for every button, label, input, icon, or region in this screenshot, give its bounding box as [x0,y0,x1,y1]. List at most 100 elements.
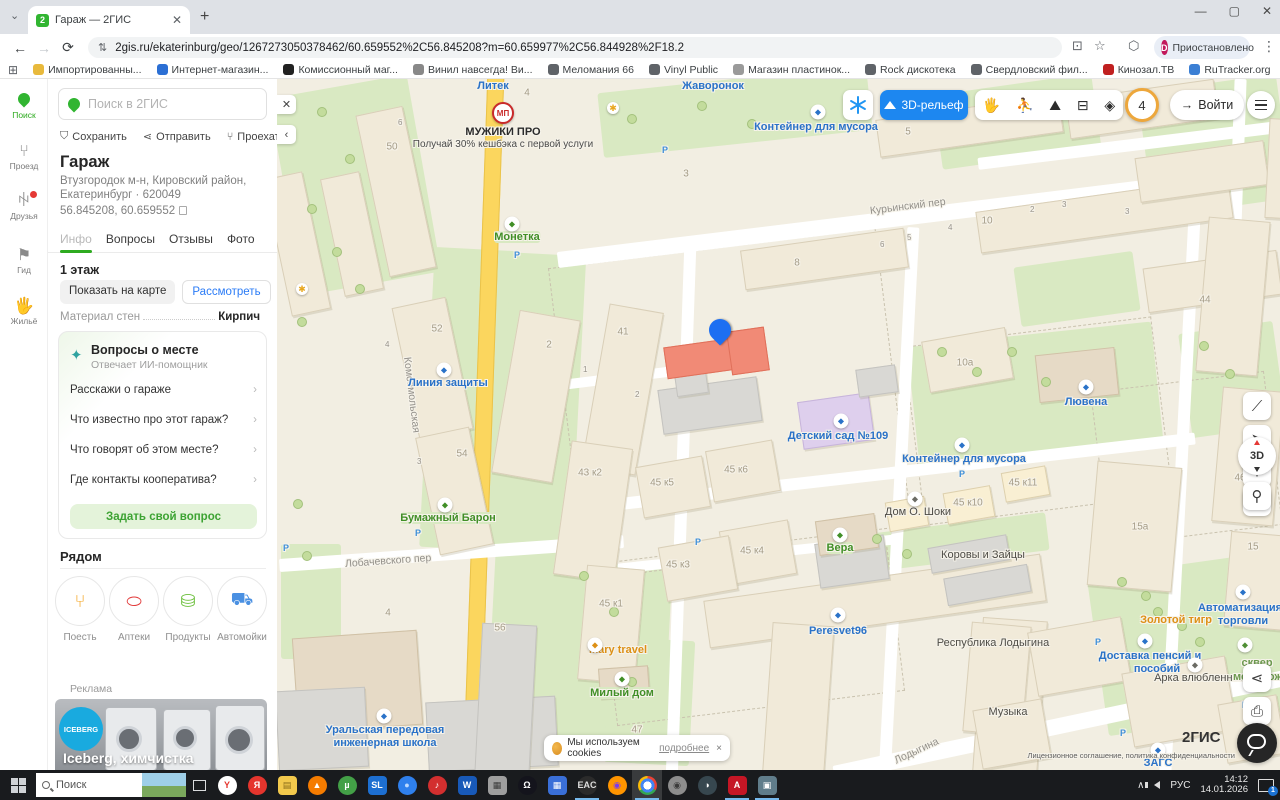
map-poi-label[interactable]: инженерная школа [334,737,437,749]
bookmark-item[interactable]: Импортированны... [33,64,141,76]
winter-mode-button[interactable] [843,90,873,120]
mountains-icon[interactable]: ⛰ [1049,97,1061,114]
ruler-icon[interactable]: ⟋ [1243,392,1271,420]
bookmark-star-icon[interactable]: ☆ [1094,38,1106,54]
parking-icon[interactable]: P [695,537,701,547]
map-poi-icon[interactable]: ◆ [505,217,520,232]
paw-ad-icon[interactable]: ✱ [296,283,308,295]
parking-icon[interactable]: P [514,250,520,260]
bookmark-item[interactable]: Vinyl Public [649,64,718,76]
ask-question-button[interactable]: Задать свой вопрос [70,504,257,529]
window-close-button[interactable]: ✕ [1262,4,1272,18]
start-button[interactable] [0,770,36,800]
taskbar-app-word[interactable]: W [452,770,482,800]
map-poi-label[interactable]: Милый дом [590,687,654,699]
show-on-map-button[interactable]: Показать на карте [60,280,175,304]
bookmark-item[interactable]: Интернет-магазин... [157,64,269,76]
map-poi-label[interactable]: Республика Лодыгина [937,637,1049,649]
tab-search-chevron-icon[interactable]: ⌄ [10,9,19,22]
map-poi-icon[interactable]: ◆ [615,672,630,687]
site-settings-icon[interactable]: ⇅ [98,41,107,54]
ad-banner[interactable]: ICEBERG Iceberg, химчистка [55,699,267,770]
taskbar-app-media-player[interactable]: ◑ [692,770,722,800]
window-minimize-button[interactable]: — [1195,4,1207,18]
ai-question-item[interactable]: Что говорят об этом месте?› [70,444,257,456]
ai-question-item[interactable]: Расскажи о гараже› [70,384,257,396]
tab-фото[interactable]: Фото [227,232,255,246]
tab-инфо[interactable]: Инфо [60,232,92,246]
map-poi-label[interactable]: Золотой тигр [1140,614,1212,626]
map-poi-icon[interactable]: ◆ [1079,380,1094,395]
map-poi-label[interactable]: торговли [1218,615,1268,627]
send-button[interactable]: ⋖Отправить [143,130,211,143]
parking-icon[interactable]: P [1120,728,1126,738]
nearby-category-1[interactable]: ⑂Поесть [54,576,106,643]
save-button[interactable]: ⛉Сохранить [60,130,127,143]
collapse-panel-button[interactable]: ‹ [277,125,296,144]
map-poi-label[interactable]: Контейнер для мусора [754,121,878,133]
window-maximize-button[interactable]: ▢ [1229,4,1240,18]
selected-building[interactable] [726,327,770,376]
sidebar-item-гид[interactable]: ⚑Гид [0,247,48,275]
url-bar[interactable]: ⇅ 2gis.ru/ekaterinburg/geo/1267273050378… [88,37,1062,58]
transport-icon[interactable]: ⊟ [1077,97,1089,114]
map-poi-label[interactable]: Уральская передовая [326,724,445,736]
bookmark-item[interactable]: Комиссионный маг... [283,64,398,76]
map-poi-label[interactable]: Монетка [494,231,540,243]
map-poi-icon[interactable]: ◆ [588,638,603,653]
task-view-button[interactable] [186,770,212,800]
apps-grid-icon[interactable]: ⊞ [8,63,18,77]
ai-question-item[interactable]: Что известно про этот гараж?› [70,414,257,426]
parking-icon[interactable]: P [415,528,421,538]
map-poi-label[interactable]: Доставка пенсий и [1099,650,1201,662]
taskbar-app-yandex-browser[interactable]: Y [212,770,242,800]
map-poi-icon[interactable]: ◆ [1188,658,1203,673]
map-poi-label[interactable]: Коровы и Зайцы [941,549,1025,561]
bookmark-item[interactable]: RuTracker.org [1189,64,1270,76]
map-poi-label[interactable]: Жаворонок [682,80,744,92]
taskbar-app-gimp[interactable]: ◉ [662,770,692,800]
taskbar-app-sl-app[interactable]: SL [362,770,392,800]
bookmark-item[interactable]: Кинозал.ТВ [1103,64,1175,76]
print-icon[interactable]: ⎙ [1243,697,1271,725]
parking-icon[interactable]: P [1095,637,1101,647]
bookmark-item[interactable]: Rock дискотека [865,64,956,76]
map-poi-label[interactable]: Детский сад №109 [788,430,888,442]
sidebar-item-проезд[interactable]: ⑂Проезд [0,143,48,171]
friends-icon[interactable]: ⛹ [1016,97,1033,114]
map-poi-label[interactable]: Лювена [1065,396,1108,408]
bookmark-item[interactable]: Магазин пластинок... [733,64,850,76]
taskbar-search[interactable]: Поиск [36,773,186,797]
nearby-category-3[interactable]: ⛁Продукты [162,576,214,643]
taskbar-app-yandex-search[interactable]: Я [242,770,272,800]
copy-icon[interactable] [179,206,187,215]
map-poi-label[interactable]: Автоматизация [1198,602,1280,614]
nearby-category-2[interactable]: ⬭Аптеки [108,576,160,643]
parking-icon[interactable]: P [959,469,965,479]
cookie-close-icon[interactable]: × [716,743,722,754]
taskbar-clock[interactable]: 14:12 14.01.2026 [1200,775,1248,795]
taskbar-app-vlc[interactable]: ▲ [302,770,332,800]
map-poi-label[interactable]: Линия защиты [408,377,488,389]
tab-close-icon[interactable]: ✕ [172,13,182,27]
close-panel-button[interactable]: ✕ [277,95,296,114]
notification-center-icon[interactable]: 1 [1258,779,1274,792]
map-poi-label[interactable]: Вера [827,542,854,554]
login-button[interactable]: → Войти [1170,90,1244,120]
map-poi-icon[interactable]: ◆ [811,105,826,120]
traffic-score-button[interactable]: 4 [1125,88,1159,122]
map-poi-icon[interactable]: ◆ [437,363,452,378]
ad-pin-title[interactable]: МУЖИКИ ПРО [465,126,540,138]
volume-icon[interactable] [1154,781,1160,789]
street-view-icon[interactable]: ⚲ [1243,482,1271,510]
view-button[interactable]: Рассмотреть [182,280,270,304]
bookmark-item[interactable]: Винил навсегда! Ви... [413,64,533,76]
map-poi-icon[interactable]: ◆ [833,528,848,543]
map-poi-icon[interactable]: ◆ [955,438,970,453]
map-poi-label[interactable]: Дом О. Шоки [885,506,951,518]
taskbar-app-chrome[interactable] [632,770,662,800]
sidebar-item-жильё[interactable]: 🖐Жильё [0,298,48,326]
taskbar-app-calculator[interactable]: ▦ [542,770,572,800]
cookie-details-link[interactable]: подробнее [659,743,709,754]
bookmark-item[interactable]: Меломания 66 [548,64,634,76]
